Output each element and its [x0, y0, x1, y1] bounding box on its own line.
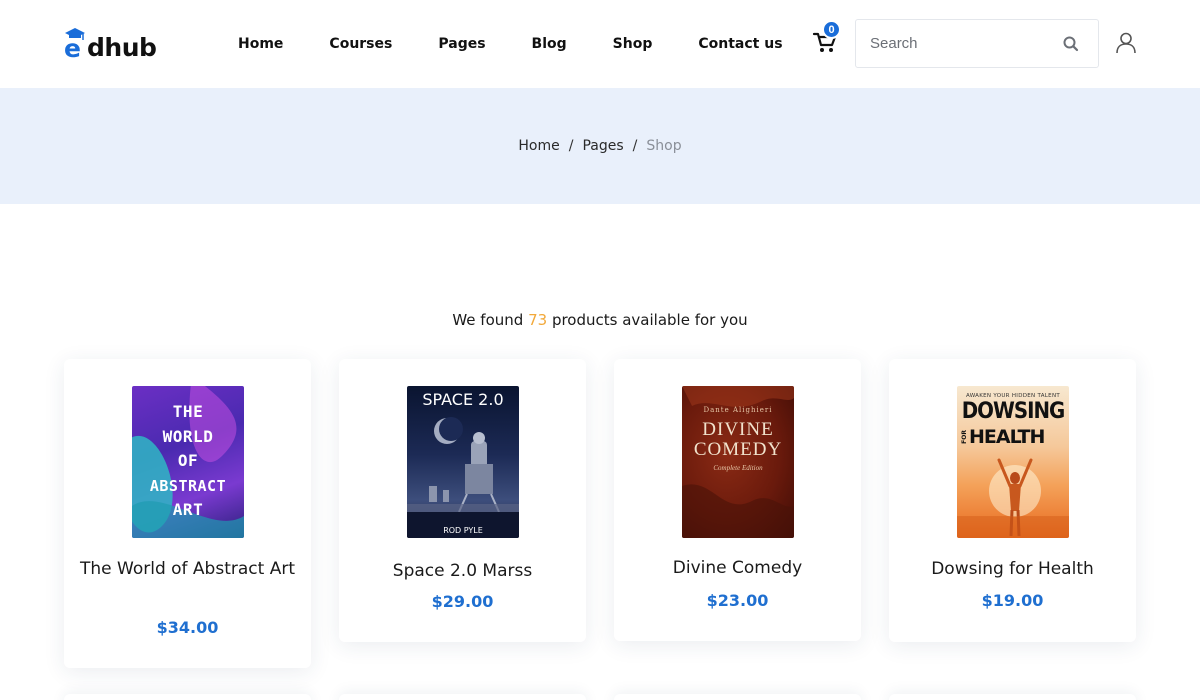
nav-courses[interactable]: Courses [329, 36, 392, 52]
breadcrumb-pages[interactable]: Pages [582, 138, 623, 154]
user-account-icon[interactable] [1114, 31, 1138, 55]
results-prefix: We found [452, 311, 524, 329]
product-cover-image[interactable]: SPACE 2.0 ROD PYLE [407, 386, 519, 538]
results-count: 73 [528, 311, 548, 329]
cover-line: Dante Alighieri [703, 406, 773, 414]
cover-line: ABSTRACT [149, 476, 227, 495]
product-title[interactable]: The World of Abstract Art [80, 556, 295, 583]
product-price: $34.00 [156, 618, 219, 637]
cover-line: ROD PYLE [443, 526, 483, 535]
search-icon[interactable] [1062, 35, 1080, 53]
breadcrumb-home[interactable]: Home [518, 138, 559, 154]
nav-contact[interactable]: Contact us [698, 36, 782, 52]
logo-text: dhub [87, 33, 157, 62]
cover-line: ART [172, 500, 204, 519]
product-card[interactable]: SPACE 2.0 ROD PYLE Space 2.0 Marss $29.0… [339, 359, 586, 642]
product-price: $23.00 [706, 591, 769, 610]
cover-line: COMEDY [693, 439, 783, 460]
nav-shop[interactable]: Shop [613, 36, 653, 52]
product-cover-image[interactable]: THE WORLD OF ABSTRACT ART [132, 386, 244, 538]
search-input[interactable] [856, 20, 1056, 67]
product-card-partial[interactable] [64, 694, 311, 700]
product-price: $29.00 [431, 592, 494, 611]
cover-line: WORLD [162, 426, 214, 446]
logo-e-mark: e [64, 24, 86, 62]
product-card-partial[interactable] [614, 694, 861, 700]
cover-line: FOR [961, 430, 968, 444]
product-card[interactable]: AWAKEN YOUR HIDDEN TALENT DOWSING FOR HE… [889, 359, 1136, 642]
results-summary: We found 73 products available for you [0, 311, 1200, 329]
product-card-partial[interactable] [889, 694, 1136, 700]
product-cover-image[interactable]: Dante Alighieri DIVINE COMEDY Complete E… [682, 386, 794, 538]
main-nav: Home Courses Pages Blog Shop Contact us [238, 0, 783, 88]
product-price: $19.00 [981, 591, 1044, 610]
cover-line: OF [177, 451, 199, 470]
cart-count-badge: 0 [822, 20, 841, 39]
product-card[interactable]: Dante Alighieri DIVINE COMEDY Complete E… [614, 359, 861, 641]
cover-line: Complete Edition [713, 464, 763, 472]
cover-line: DOWSING [961, 399, 1066, 424]
breadcrumb-current: Shop [646, 138, 682, 154]
page-banner: Home / Pages / Shop [0, 88, 1200, 204]
cover-line: SPACE 2.0 [422, 390, 504, 409]
product-card[interactable]: THE WORLD OF ABSTRACT ART The World of A… [64, 359, 311, 668]
product-card-partial[interactable] [339, 694, 586, 700]
product-title[interactable]: Divine Comedy [630, 555, 845, 582]
breadcrumb: Home / Pages / Shop [0, 88, 1200, 204]
logo-letter: e [64, 34, 81, 63]
nav-home[interactable]: Home [238, 36, 283, 52]
search-box [855, 19, 1099, 68]
breadcrumb-separator: / [568, 138, 574, 154]
product-title[interactable]: Dowsing for Health [905, 556, 1120, 583]
cover-line: HEALTH [969, 426, 1045, 448]
product-title[interactable]: Space 2.0 Marss [355, 558, 570, 585]
site-logo[interactable]: e dhub [64, 22, 157, 62]
nav-pages[interactable]: Pages [438, 36, 485, 52]
site-header: e dhub Home Courses Pages Blog Shop Cont… [0, 0, 1200, 88]
breadcrumb-separator: / [632, 138, 638, 154]
cover-line: THE [172, 402, 204, 421]
nav-blog[interactable]: Blog [532, 36, 567, 52]
product-cover-image[interactable]: AWAKEN YOUR HIDDEN TALENT DOWSING FOR HE… [957, 386, 1069, 538]
cover-line: DIVINE [702, 419, 774, 440]
results-suffix: products available for you [551, 311, 748, 329]
